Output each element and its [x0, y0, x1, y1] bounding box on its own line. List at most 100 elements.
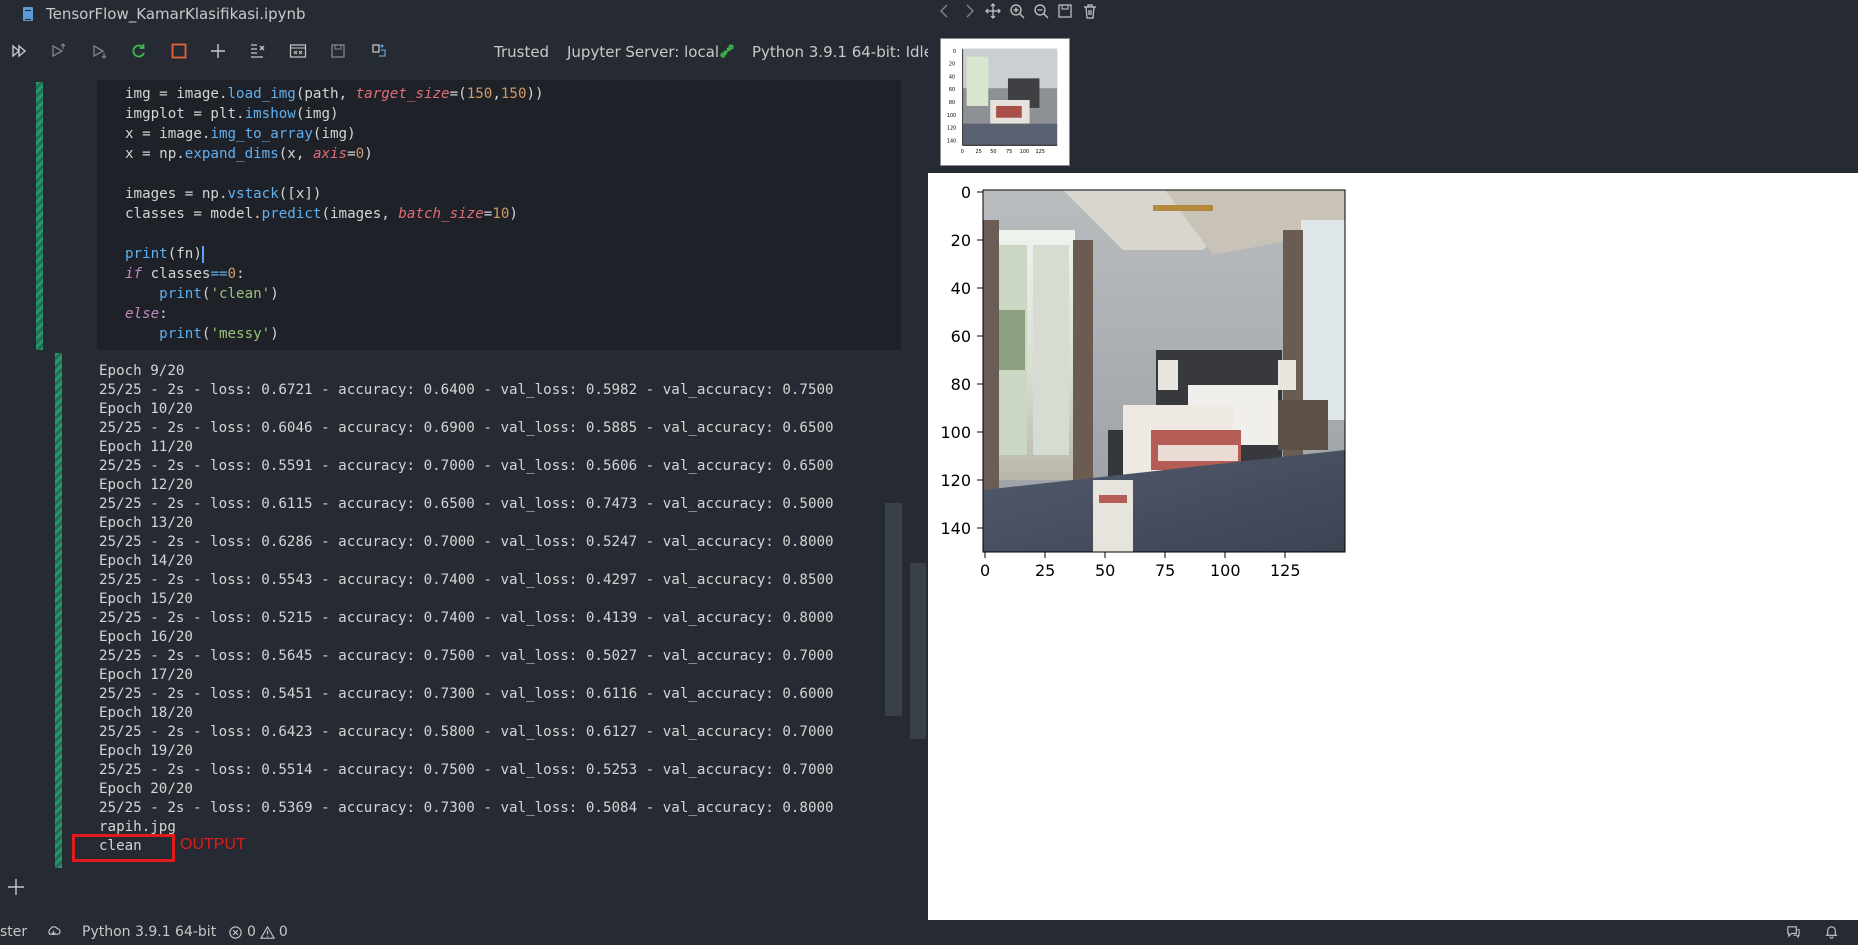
- code-line-13: print('messy'): [125, 324, 279, 344]
- output-line: Epoch 10/20: [99, 401, 193, 417]
- code-line-7: classes = model.predict(images, batch_si…: [125, 204, 518, 224]
- code-text: :: [159, 306, 168, 322]
- svg-text:0: 0: [961, 149, 964, 155]
- editor-tab[interactable]: TensorFlow_KamarKlasifikasi.ipynb: [0, 0, 928, 28]
- sync-icon[interactable]: [46, 924, 61, 939]
- variables-icon[interactable]: [285, 36, 311, 66]
- output-line: 25/25 - 2s - loss: 0.6286 - accuracy: 0.…: [99, 534, 834, 550]
- code-line-6: images = np.vstack([x]): [125, 184, 321, 204]
- code-line-11: print('clean'): [125, 284, 279, 304]
- output-line: 25/25 - 2s - loss: 0.6046 - accuracy: 0.…: [99, 420, 834, 436]
- editor-scrollbar-thumb[interactable]: [910, 563, 926, 739]
- output-status-bar: [55, 353, 62, 868]
- delete-plot-icon[interactable]: [1079, 0, 1101, 22]
- error-count: 0: [247, 924, 256, 940]
- status-bar: ster Python 3.9.1 64-bit 0 0: [0, 920, 1858, 945]
- output-line: 25/25 - 2s - loss: 0.5543 - accuracy: 0.…: [99, 572, 834, 588]
- y-tick-label: 40: [950, 279, 971, 298]
- zoom-in-icon[interactable]: [1006, 0, 1028, 22]
- zoom-out-icon[interactable]: [1030, 0, 1052, 22]
- output-line: Epoch 20/20: [99, 781, 193, 797]
- run-all-icon[interactable]: [6, 36, 32, 66]
- pan-icon[interactable]: [982, 0, 1004, 22]
- plot-thumbnail[interactable]: 0 20 40 60 80 100 120 140 0 25 50 75 100…: [940, 38, 1070, 166]
- tab-title: TensorFlow_KamarKlasifikasi.ipynb: [46, 5, 306, 23]
- code-text: =(: [449, 86, 467, 102]
- add-cell-icon[interactable]: [6, 877, 26, 897]
- code-text: imgplot = plt.: [125, 106, 245, 122]
- code-text: 10: [492, 206, 510, 222]
- x-tick-label: 125: [1270, 561, 1301, 580]
- output-highlight-box: [72, 834, 175, 862]
- save-icon[interactable]: [325, 36, 351, 66]
- jupyter-server-status[interactable]: Jupyter Server: local: [567, 43, 719, 61]
- x-tick-label: 0: [980, 561, 991, 580]
- run-above-icon[interactable]: [45, 36, 71, 66]
- svg-text:80: 80: [949, 100, 955, 106]
- x-tick-marks: [984, 552, 1286, 558]
- svg-text:100: 100: [947, 113, 956, 119]
- forward-icon[interactable]: [958, 0, 980, 22]
- code-text: 150: [466, 86, 493, 102]
- y-tick-label: 20: [950, 231, 971, 250]
- output-annotation: OUTPUT: [180, 836, 246, 853]
- save-plot-icon[interactable]: [1054, 0, 1076, 22]
- y-tick-label: 100: [940, 423, 971, 442]
- code-text: 0: [227, 266, 237, 282]
- output-line: Epoch 12/20: [99, 477, 193, 493]
- code-text: 0: [355, 146, 365, 162]
- code-text: classes: [142, 266, 211, 282]
- x-tick-label: 25: [1035, 561, 1056, 580]
- code-line-1: img = image.load_img(path, target_size=(…: [125, 84, 544, 104]
- add-icon[interactable]: [205, 36, 231, 66]
- code-text: vstack: [227, 186, 279, 202]
- problems-status[interactable]: 0 0: [228, 924, 288, 940]
- kernel-status[interactable]: Python 3.9.1 64-bit: Idle: [752, 43, 928, 61]
- code-line-9: print(fn): [125, 244, 204, 264]
- restart-icon[interactable]: [126, 36, 152, 66]
- code-cell[interactable]: img = image.load_img(path, target_size=(…: [0, 80, 928, 352]
- back-icon[interactable]: [934, 0, 956, 22]
- thumbnail-image: 0 20 40 60 80 100 120 140 0 25 50 75 100…: [941, 39, 1069, 165]
- plot-viewer: 0 20 40 60 80 100 120 140 0 25 50 75 100…: [928, 0, 1858, 920]
- notebook-file-icon: [22, 7, 34, 21]
- code-text: expand_dims: [184, 146, 279, 162]
- code-text: (images,: [321, 206, 399, 222]
- warning-count: 0: [278, 924, 288, 940]
- y-tick-marks: [977, 191, 983, 529]
- output-scrollbar-thumb[interactable]: [885, 503, 902, 716]
- code-line-2: imgplot = plt.imshow(img): [125, 104, 339, 124]
- code-text: :: [236, 266, 245, 282]
- export-icon[interactable]: [366, 36, 392, 66]
- code-text: print: [159, 326, 202, 342]
- code-text: 150: [500, 86, 527, 102]
- output-line: Epoch 16/20: [99, 629, 193, 645]
- svg-text:25: 25: [975, 149, 981, 155]
- code-text: (x,: [278, 146, 313, 162]
- clear-outputs-icon[interactable]: [245, 36, 271, 66]
- svg-text:125: 125: [1036, 149, 1045, 155]
- code-text: classes = model.: [125, 206, 262, 222]
- code-text: img = image.: [125, 86, 228, 102]
- notifications-icon[interactable]: [1824, 924, 1839, 939]
- feedback-icon[interactable]: [1786, 924, 1801, 939]
- output-line: Epoch 15/20: [99, 591, 193, 607]
- code-text: print: [125, 246, 168, 262]
- code-text: )): [526, 86, 544, 102]
- svg-text:0: 0: [953, 49, 956, 55]
- code-text: ): [270, 326, 279, 342]
- output-line: Epoch 11/20: [99, 439, 193, 455]
- code-text: target_size: [355, 86, 450, 102]
- code-text: ==: [210, 266, 228, 282]
- code-text: img_to_array: [210, 126, 313, 142]
- code-text: ): [509, 206, 518, 222]
- branch-status[interactable]: ster: [0, 924, 27, 940]
- interrupt-icon[interactable]: [166, 36, 192, 66]
- interpreter-status[interactable]: Python 3.9.1 64-bit: [82, 924, 216, 940]
- run-below-icon[interactable]: [86, 36, 112, 66]
- trusted-status[interactable]: Trusted: [494, 43, 549, 61]
- svg-text:20: 20: [949, 62, 955, 68]
- plot-axes: [977, 189, 1346, 558]
- code-editor[interactable]: img = image.load_img(path, target_size=(…: [97, 80, 901, 350]
